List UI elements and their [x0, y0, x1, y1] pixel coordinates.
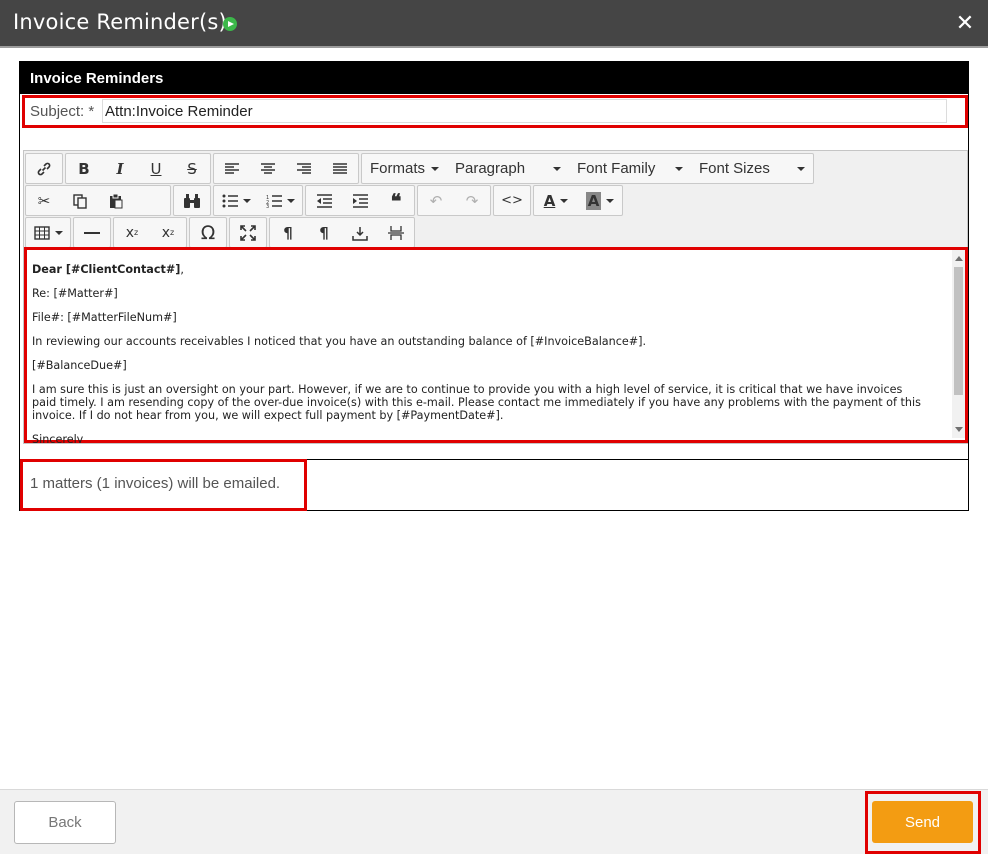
source-code-icon[interactable]: <> [494, 186, 530, 215]
clipboard-group: ✂ [25, 185, 171, 216]
strikethrough-icon[interactable]: S [174, 154, 210, 183]
send-button[interactable]: Send [872, 801, 973, 843]
background-color-icon[interactable]: A [578, 186, 622, 215]
special-char-group: Ω [189, 217, 227, 248]
body-paragraph-2-line-2: paid timely. I am resending copy of the … [32, 396, 921, 409]
subscript-icon[interactable]: xz [114, 218, 150, 247]
undo-icon[interactable]: ↶ [418, 186, 454, 215]
window-title: Invoice Reminder(s) [13, 10, 227, 34]
insert-icon[interactable] [342, 218, 378, 247]
greeting-comma: , [180, 263, 184, 276]
link-group [25, 153, 63, 184]
ltr-paragraph-icon[interactable]: ¶ [270, 218, 306, 247]
text-style-group: B I U S [65, 153, 211, 184]
play-circle-icon[interactable] [223, 17, 237, 31]
body-paragraph-1: In reviewing our accounts receivables I … [32, 335, 647, 348]
invoice-reminders-panel: Invoice Reminders Subject: * B I U S [19, 61, 969, 511]
panel-title: Invoice Reminders [30, 70, 164, 87]
toolbar-row-3: xz xz Ω ¶ ¶ [25, 217, 417, 249]
fullscreen-group [229, 217, 267, 248]
rtl-paragraph-icon[interactable]: ¶ [306, 218, 342, 247]
close-icon[interactable]: ✕ [955, 12, 975, 34]
script-group: xz xz [113, 217, 187, 248]
history-group: ↶ ↷ [417, 185, 491, 216]
page-break-icon[interactable] [378, 218, 414, 247]
table-icon[interactable] [26, 218, 70, 247]
outdent-icon[interactable] [306, 186, 342, 215]
balance-due-line: [#BalanceDue#] [32, 359, 127, 372]
underline-icon[interactable]: U [138, 154, 174, 183]
font-family-dropdown[interactable]: Font Family [569, 154, 691, 183]
chevron-down-icon [675, 166, 683, 171]
panel-header: Invoice Reminders [20, 62, 968, 94]
body-paragraph-2-line-3: invoice. If I do not hear from you, we w… [32, 409, 504, 422]
chevron-down-icon [431, 166, 439, 171]
font-family-label: Font Family [577, 160, 656, 177]
subject-label: Subject: * [30, 103, 95, 120]
greeting-line: Dear [#ClientContact#], [32, 263, 184, 276]
align-right-icon[interactable] [286, 154, 322, 183]
find-binoculars-icon[interactable] [174, 186, 210, 215]
fullscreen-icon[interactable] [230, 218, 266, 247]
re-line: Re: [#Matter#] [32, 287, 118, 300]
body-paragraph-2-line-1: I am sure this is just an oversight on y… [32, 383, 903, 396]
bold-icon[interactable]: B [66, 154, 102, 183]
scroll-up-arrow-icon[interactable] [955, 256, 963, 261]
toolbar-row-2: ✂ 123 ❝ ↶ ↷ <> A A [25, 185, 625, 217]
chevron-down-icon [553, 166, 561, 171]
subject-input[interactable] [102, 99, 947, 123]
align-group [213, 153, 359, 184]
numbered-list-icon[interactable]: 123 [258, 186, 302, 215]
color-group: A A [533, 185, 623, 216]
blockquote-icon[interactable]: ❝ [378, 186, 414, 215]
align-center-icon[interactable] [250, 154, 286, 183]
font-sizes-dropdown[interactable]: Font Sizes [691, 154, 813, 183]
scroll-thumb[interactable] [954, 267, 963, 395]
editor-scrollbar[interactable] [952, 250, 965, 438]
back-button[interactable]: Back [14, 801, 116, 844]
title-bar: Invoice Reminder(s) ✕ [0, 0, 988, 48]
email-count-box: 1 matters (1 invoices) will be emailed. [20, 459, 307, 511]
font-sizes-label: Font Sizes [699, 160, 770, 177]
code-group: <> [493, 185, 531, 216]
table-group [25, 217, 71, 248]
scroll-down-arrow-icon[interactable] [955, 427, 963, 432]
file-line: File#: [#MatterFileNum#] [32, 311, 177, 324]
superscript-icon[interactable]: xz [150, 218, 186, 247]
paste-icon[interactable] [98, 186, 134, 215]
direction-group: ¶ ¶ [269, 217, 415, 248]
italic-icon[interactable]: I [102, 154, 138, 183]
formats-label: Formats [370, 160, 426, 177]
indent-icon[interactable] [342, 186, 378, 215]
text-color-icon[interactable]: A [534, 186, 578, 215]
horizontal-line-icon[interactable] [74, 218, 110, 247]
indent-group: ❝ [305, 185, 415, 216]
closing-line: Sincerely [32, 433, 84, 443]
email-count-text: 1 matters (1 invoices) will be emailed. [30, 475, 281, 492]
rich-text-editor: B I U S Formats Paragraph Font Family Fo… [23, 150, 968, 444]
find-group [173, 185, 211, 216]
format-dropdowns: Formats Paragraph Font Family Font Sizes [361, 153, 814, 184]
list-group: 123 [213, 185, 303, 216]
greeting-bold: Dear [#ClientContact#] [32, 263, 181, 276]
link-icon[interactable] [26, 154, 62, 183]
send-button-highlight: Send [865, 791, 981, 854]
chevron-down-icon [797, 166, 805, 171]
hr-group [73, 217, 111, 248]
paragraph-dropdown[interactable]: Paragraph [447, 154, 569, 183]
copy-icon[interactable] [62, 186, 98, 215]
align-left-icon[interactable] [214, 154, 250, 183]
paragraph-label: Paragraph [455, 160, 526, 177]
editor-content[interactable]: Dear [#ClientContact#], Re: [#Matter#] F… [24, 247, 968, 443]
redo-icon[interactable]: ↷ [454, 186, 490, 215]
subject-row: Subject: * [22, 95, 968, 128]
omega-icon[interactable]: Ω [190, 218, 226, 247]
cut-icon[interactable]: ✂ [26, 186, 62, 215]
formats-dropdown[interactable]: Formats [362, 154, 447, 183]
bullet-list-icon[interactable] [214, 186, 258, 215]
svg-text:3: 3 [266, 204, 269, 208]
action-bar: Back Send [0, 789, 988, 854]
toolbar-row-1: B I U S Formats Paragraph Font Family Fo… [25, 153, 816, 185]
align-justify-icon[interactable] [322, 154, 358, 183]
